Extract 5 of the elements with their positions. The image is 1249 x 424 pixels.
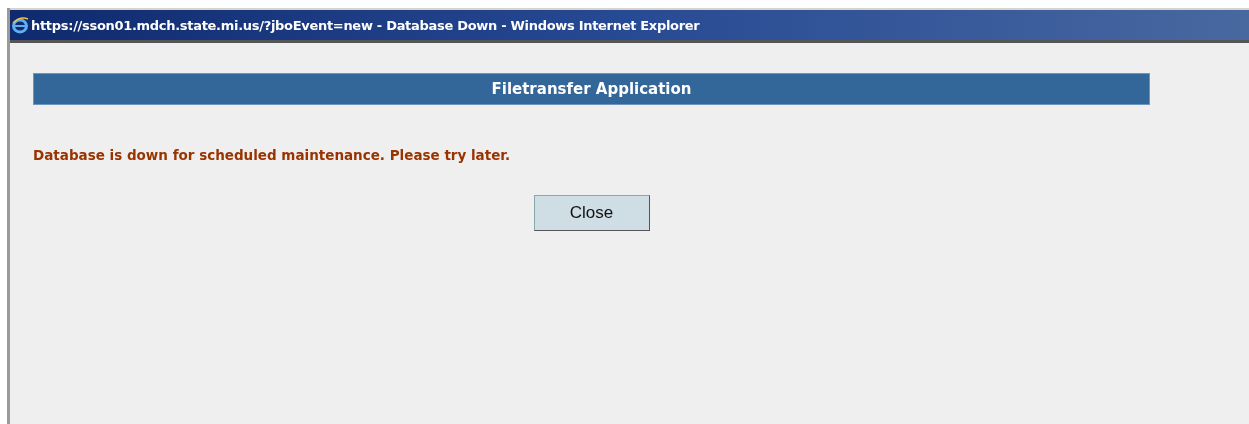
close-button[interactable]: Close bbox=[533, 195, 650, 231]
browser-logo-icon bbox=[11, 16, 29, 34]
window-title: https://sson01.mdch.state.mi.us/?jboEvent=new - Database Down - Windows Internet Explorer bbox=[31, 17, 700, 33]
error-message: Database is down for scheduled maintenance. Please try later. bbox=[33, 147, 512, 163]
header-bar: Filetransfer Application bbox=[33, 73, 1150, 105]
